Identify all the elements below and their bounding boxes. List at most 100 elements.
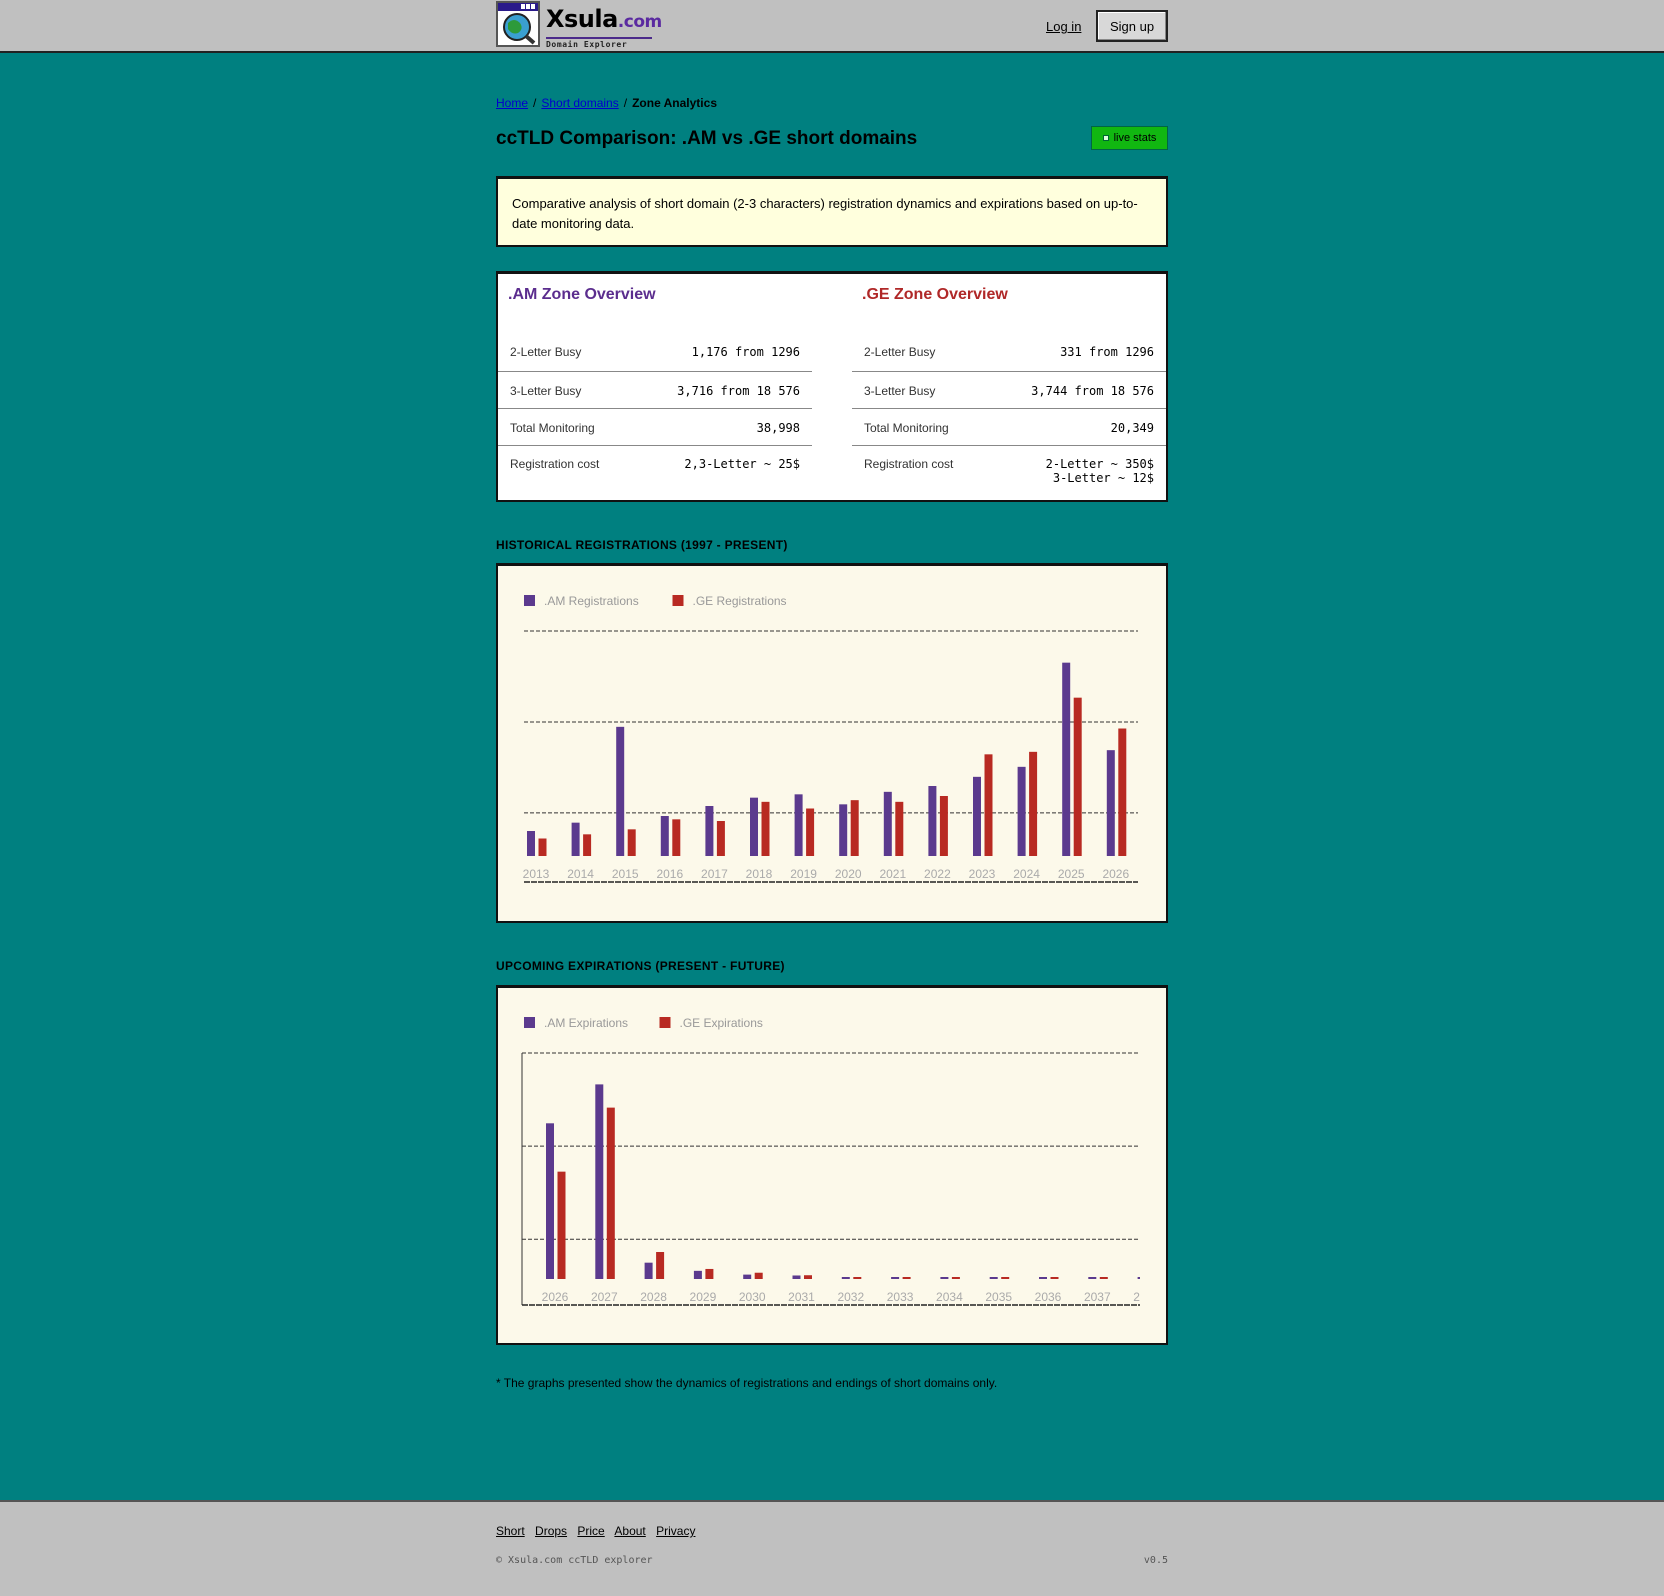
bar-am-2020[interactable] (839, 804, 848, 856)
bar-am-2014[interactable] (571, 822, 580, 856)
ge-row-cost: Registration cost 2-Letter ~ 350$ 3-Lette… (852, 446, 1166, 496)
bar-am-2026[interactable] (546, 1123, 554, 1279)
bar-ge-2027[interactable] (606, 1107, 615, 1279)
row-value: 1,176 from 1296 (691, 345, 800, 359)
bar-am-2033[interactable] (891, 1277, 900, 1279)
breadcrumb-short-domains[interactable]: Short domains (541, 96, 618, 110)
registrations-chart-svg: .AM Registrations .GE Registrations 2013 20… (523, 594, 1138, 883)
x-tick-label: 2024 (1013, 867, 1040, 881)
bar-ge-2029[interactable] (705, 1268, 714, 1279)
legend-swatch (524, 595, 535, 606)
expirations-heading: UPCOMING EXPIRATIONS (PRESENT - FUTURE) (496, 959, 785, 973)
bar-am-2027[interactable] (595, 1084, 604, 1279)
bar-ge-2034[interactable] (951, 1277, 960, 1279)
footer-link-price[interactable]: Price (577, 1524, 604, 1538)
intro-text: Comparative analysis of short domain (2-… (512, 196, 1138, 231)
bar-ge-2026[interactable] (557, 1171, 566, 1279)
bar-ge-2026[interactable] (1118, 728, 1127, 857)
bar-ge-2023[interactable] (984, 754, 993, 856)
bar-ge-2025[interactable] (1073, 697, 1082, 856)
bar-ge-2013[interactable] (538, 838, 547, 857)
bar-ge-2033[interactable] (902, 1277, 911, 1279)
ge-row-3-letter: 3-Letter Busy 3,744 from 18 576 (852, 372, 1166, 409)
intro-box: Comparative analysis of short domain (2-… (496, 176, 1168, 247)
bar-am-2037[interactable] (1088, 1277, 1097, 1279)
footer-link-drops[interactable]: Drops (535, 1524, 567, 1538)
x-tick-label: 2037 (1084, 1290, 1111, 1304)
footer-link-privacy[interactable]: Privacy (656, 1524, 695, 1538)
bar-ge-2028[interactable] (656, 1252, 665, 1279)
x-tick-label: 2028 (640, 1290, 667, 1304)
row-label: Total Monitoring (864, 421, 949, 435)
x-tick-label: 2025 (1058, 867, 1085, 881)
bar-ge-2021[interactable] (895, 801, 904, 856)
bar-ge-2019[interactable] (806, 808, 815, 857)
bar-ge-2031[interactable] (804, 1275, 812, 1279)
x-tick-label: 2023 (969, 867, 996, 881)
logo-subtitle: Domain Explorer (546, 40, 628, 49)
bar-ge-2024[interactable] (1029, 751, 1038, 856)
bar-am-2029[interactable] (693, 1270, 702, 1279)
bar-ge-2017[interactable] (716, 821, 725, 856)
bar-ge-2037[interactable] (1099, 1277, 1108, 1279)
bar-am-2028[interactable] (644, 1262, 653, 1279)
footer-links: Short Drops Price About Privacy (496, 1524, 702, 1538)
legend-label: .AM Registrations (544, 594, 639, 608)
live-stats-badge: live stats (1091, 126, 1168, 150)
bar-ge-2036[interactable] (1050, 1277, 1059, 1279)
bar-ge-2015[interactable] (627, 829, 636, 856)
bar-am-2025[interactable] (1062, 662, 1071, 856)
x-tick-label: 2014 (567, 867, 594, 881)
bar-am-2026[interactable] (1106, 750, 1115, 856)
bar-ge-2035[interactable] (1001, 1277, 1010, 1279)
logo-icon[interactable] (496, 1, 540, 47)
bar-am-2018[interactable] (750, 797, 758, 856)
am-row-3-letter: 3-Letter Busy 3,716 from 18 576 (498, 372, 812, 409)
x-tick-label: 2034 (936, 1290, 963, 1304)
x-tick-label: 2036 (1035, 1290, 1062, 1304)
bar-am-2023[interactable] (973, 776, 981, 856)
footnote: * The graphs presented show the dynamics… (496, 1376, 998, 1390)
bar-am-2035[interactable] (989, 1277, 998, 1279)
bar-am-2032[interactable] (841, 1277, 850, 1279)
legend-swatch (659, 1017, 671, 1028)
login-link[interactable]: Log in (1046, 19, 1081, 34)
bar-ge-2014[interactable] (583, 834, 592, 856)
am-zone-title: .AM Zone Overview (508, 286, 656, 303)
logo-text[interactable]: Xsula.com (546, 5, 662, 33)
ge-zone-overview: .GE Zone Overview 2-Letter Busy 331 from … (852, 274, 1166, 496)
logo-underline (546, 37, 652, 39)
bar-ge-2016[interactable] (672, 819, 681, 856)
footer-link-short[interactable]: Short (496, 1524, 525, 1538)
x-tick-label: 2021 (879, 867, 906, 881)
x-tick-label: 2029 (690, 1290, 717, 1304)
legend-swatch (524, 1017, 535, 1028)
footer-link-about[interactable]: About (614, 1524, 645, 1538)
bar-am-2013[interactable] (527, 831, 535, 856)
ge-row-total: Total Monitoring 20,349 (852, 409, 1166, 446)
registrations-chart: .AM Registrations .GE Registrations 2013 20… (496, 563, 1168, 923)
bar-am-2034[interactable] (940, 1277, 949, 1279)
am-row-cost: Registration cost 2,3-Letter ~ 25$ (498, 446, 812, 496)
bar-ge-2030[interactable] (754, 1272, 763, 1279)
bar-ge-2018[interactable] (761, 801, 770, 856)
expirations-chart-svg: .AM Expirations .GE Expirations 2026 2027 20… (521, 988, 1166, 1343)
x-tick-label: 2027 (591, 1290, 618, 1304)
row-label: 2-Letter Busy (864, 345, 936, 359)
row-value: 2,3-Letter ~ 25$ (684, 457, 800, 471)
bar-am-2015[interactable] (616, 726, 625, 856)
bar-ge-2022[interactable] (939, 796, 948, 856)
breadcrumb-home[interactable]: Home (496, 96, 528, 110)
bar-am-2021[interactable] (883, 791, 892, 856)
bar-am-2016[interactable] (660, 816, 669, 856)
bar-am-2017[interactable] (705, 806, 714, 856)
bar-ge-2032[interactable] (853, 1277, 862, 1279)
signup-button[interactable]: Sign up (1096, 10, 1168, 42)
bar-am-2024[interactable] (1017, 766, 1026, 856)
bar-ge-2020[interactable] (850, 800, 859, 856)
bar-am-2019[interactable] (794, 794, 803, 856)
bar-am-2030[interactable] (743, 1274, 752, 1279)
bar-am-2031[interactable] (792, 1275, 801, 1279)
bar-am-2022[interactable] (928, 786, 937, 856)
bar-am-2036[interactable] (1039, 1277, 1047, 1279)
